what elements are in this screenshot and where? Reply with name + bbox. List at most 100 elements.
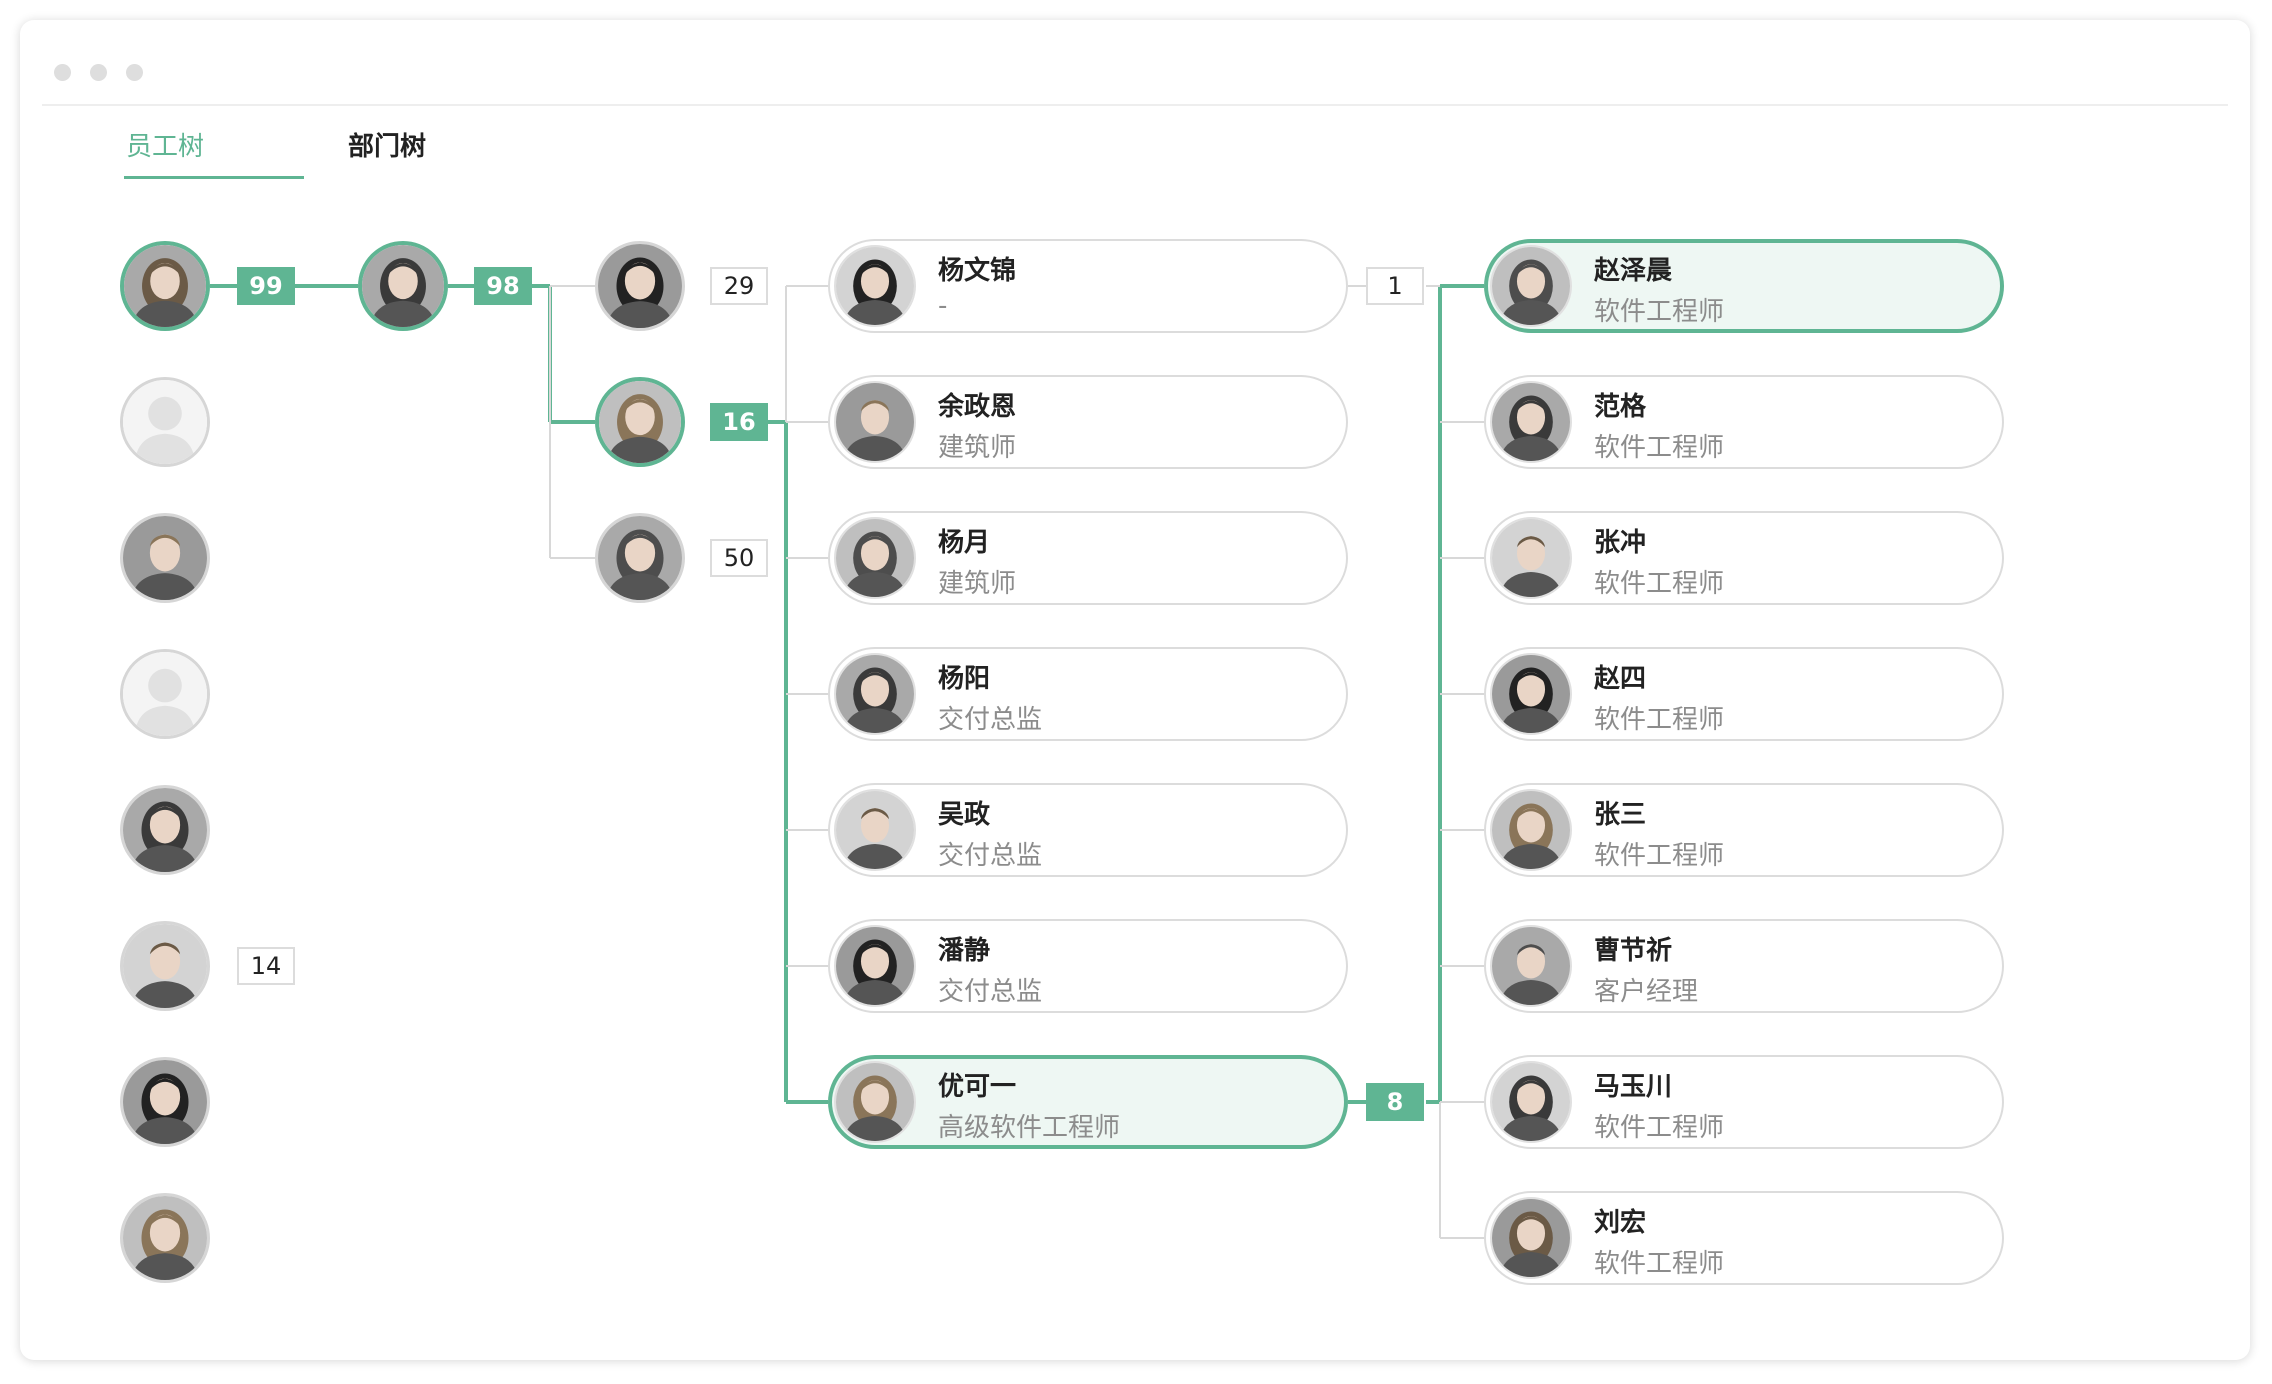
- employee-avatar: [834, 789, 916, 871]
- employee-name: 刘宏: [1594, 1208, 1647, 1238]
- employee-card[interactable]: 张冲 软件工程师: [1484, 511, 2004, 605]
- employee-avatar: [834, 381, 916, 463]
- employee-avatar: [1490, 1061, 1572, 1143]
- employee-job-title: 建筑师: [938, 433, 1017, 463]
- employee-card[interactable]: 杨文锦 -: [828, 239, 1348, 333]
- employee-name: 余政恩: [938, 392, 1017, 422]
- female-photo-icon: [1492, 1199, 1570, 1277]
- subordinate-count-badge[interactable]: 98: [474, 267, 532, 305]
- subordinate-count-badge[interactable]: 50: [710, 539, 768, 577]
- female-photo-icon: [836, 655, 914, 733]
- female-photo-icon: [123, 1060, 207, 1144]
- employee-avatar[interactable]: [120, 513, 210, 603]
- employee-avatar: [1490, 1197, 1572, 1279]
- employee-avatar: [1490, 653, 1572, 735]
- default-user-icon: [123, 380, 207, 464]
- employee-job-title: 建筑师: [938, 569, 1017, 599]
- female-photo-icon: [836, 927, 914, 1005]
- employee-name: 马玉川: [1594, 1072, 1673, 1102]
- employee-avatar[interactable]: [120, 1193, 210, 1283]
- employee-card[interactable]: 杨阳 交付总监: [828, 647, 1348, 741]
- employee-avatar[interactable]: [595, 241, 685, 331]
- employee-avatar: [834, 245, 916, 327]
- employee-card[interactable]: 赵四 软件工程师: [1484, 647, 2004, 741]
- male-photo-icon: [123, 516, 207, 600]
- employee-name: 张三: [1594, 800, 1647, 830]
- female-photo-icon: [1492, 655, 1570, 733]
- male-photo-icon: [123, 924, 207, 1008]
- employee-name: 杨月: [938, 528, 991, 558]
- male-photo-icon: [1492, 519, 1570, 597]
- employee-job-title: -: [938, 291, 948, 321]
- employee-job-title: 软件工程师: [1594, 1113, 1725, 1143]
- female-photo-icon: [1492, 247, 1570, 325]
- employee-card[interactable]: 范格 软件工程师: [1484, 375, 2004, 469]
- female-photo-icon: [1492, 791, 1570, 869]
- employee-job-title: 客户经理: [1594, 977, 1699, 1007]
- male-photo-icon: [1492, 927, 1570, 1005]
- employee-job-title: 软件工程师: [1594, 433, 1725, 463]
- employee-avatar: [834, 925, 916, 1007]
- employee-job-title: 交付总监: [938, 977, 1043, 1007]
- employee-avatar: [1490, 789, 1572, 871]
- employee-name: 吴政: [938, 800, 991, 830]
- female-photo-icon: [836, 247, 914, 325]
- employee-avatar[interactable]: [120, 785, 210, 875]
- female-photo-icon: [836, 519, 914, 597]
- employee-name: 杨阳: [938, 664, 991, 694]
- employee-job-title: 交付总监: [938, 841, 1043, 871]
- subordinate-count-badge[interactable]: 8: [1366, 1083, 1424, 1121]
- employee-name: 潘静: [938, 936, 991, 966]
- male-photo-icon: [836, 791, 914, 869]
- employee-job-title: 高级软件工程师: [938, 1113, 1121, 1143]
- employee-card[interactable]: 张三 软件工程师: [1484, 783, 2004, 877]
- female-photo-icon: [1492, 383, 1570, 461]
- employee-name: 张冲: [1594, 528, 1647, 558]
- employee-avatar[interactable]: [358, 241, 448, 331]
- employee-name: 范格: [1594, 392, 1647, 422]
- female-photo-icon: [836, 1063, 914, 1141]
- subordinate-count-badge[interactable]: 99: [237, 267, 295, 305]
- employee-card[interactable]: 吴政 交付总监: [828, 783, 1348, 877]
- employee-card[interactable]: 余政恩 建筑师: [828, 375, 1348, 469]
- male-photo-icon: [836, 383, 914, 461]
- female-photo-icon: [124, 245, 206, 327]
- employee-name: 杨文锦: [938, 256, 1017, 286]
- subordinate-count-badge[interactable]: 16: [710, 403, 768, 441]
- employee-name: 优可一: [938, 1072, 1017, 1102]
- employee-card[interactable]: 刘宏 软件工程师: [1484, 1191, 2004, 1285]
- employee-job-title: 软件工程师: [1594, 841, 1725, 871]
- employee-avatar: [834, 517, 916, 599]
- employee-card[interactable]: 马玉川 软件工程师: [1484, 1055, 2004, 1149]
- subordinate-count-badge[interactable]: 1: [1366, 267, 1424, 305]
- employee-avatar[interactable]: [120, 377, 210, 467]
- employee-avatar[interactable]: [595, 377, 685, 467]
- default-user-icon: [123, 652, 207, 736]
- subordinate-count-badge[interactable]: 14: [237, 947, 295, 985]
- employee-name: 赵泽晨: [1594, 256, 1673, 286]
- employee-job-title: 软件工程师: [1594, 297, 1725, 327]
- employee-avatar[interactable]: [120, 1057, 210, 1147]
- employee-avatar[interactable]: [120, 921, 210, 1011]
- employee-card[interactable]: 赵泽晨 软件工程师: [1484, 239, 2004, 333]
- employee-name: 赵四: [1594, 664, 1647, 694]
- employee-avatar: [1490, 245, 1572, 327]
- female-photo-icon: [598, 244, 682, 328]
- employee-job-title: 软件工程师: [1594, 705, 1725, 735]
- female-photo-icon: [362, 245, 444, 327]
- female-photo-icon: [123, 1196, 207, 1280]
- employee-avatar: [1490, 381, 1572, 463]
- employee-avatar[interactable]: [595, 513, 685, 603]
- employee-avatar: [834, 653, 916, 735]
- female-photo-icon: [123, 788, 207, 872]
- subordinate-count-badge[interactable]: 29: [710, 267, 768, 305]
- female-photo-icon: [599, 381, 681, 463]
- employee-card[interactable]: 优可一高级软件工程师: [828, 1055, 1348, 1149]
- employee-card[interactable]: 杨月 建筑师: [828, 511, 1348, 605]
- employee-avatar[interactable]: [120, 241, 210, 331]
- employee-card[interactable]: 潘静 交付总监: [828, 919, 1348, 1013]
- employee-avatar[interactable]: [120, 649, 210, 739]
- employee-job-title: 交付总监: [938, 705, 1043, 735]
- employee-avatar: [1490, 517, 1572, 599]
- employee-card[interactable]: 曹节祈 客户经理: [1484, 919, 2004, 1013]
